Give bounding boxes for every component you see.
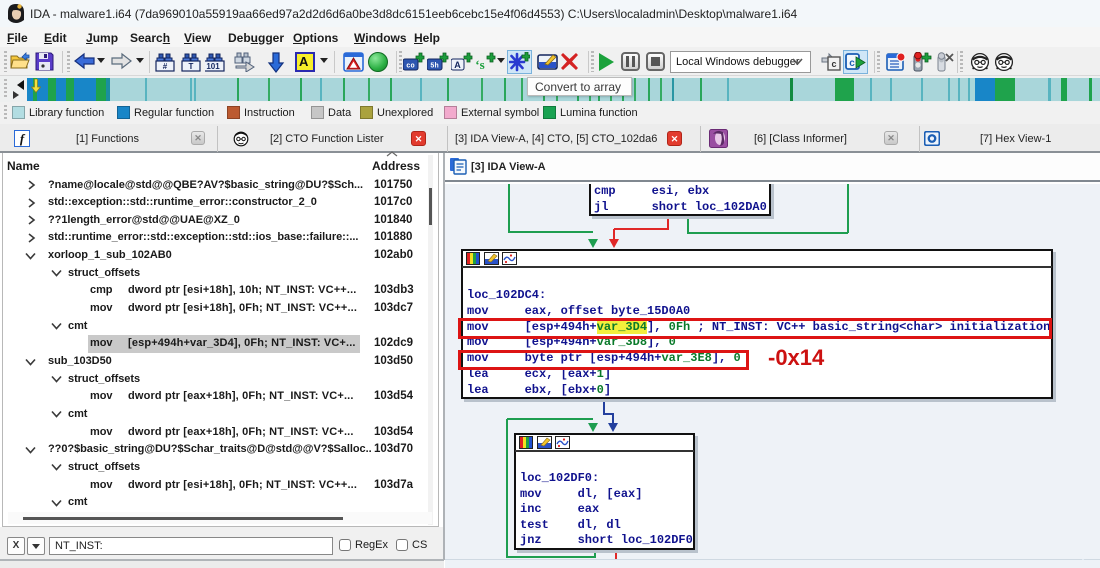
svg-text:A: A [454, 60, 461, 70]
svg-text:c: c [849, 58, 855, 69]
svg-text:#: # [163, 62, 168, 71]
svg-text:‘s: ‘s [475, 57, 484, 72]
svg-text:T: T [189, 62, 194, 71]
svg-text:co: co [406, 63, 414, 71]
svg-text:5h: 5h [430, 63, 438, 71]
svg-text:c: c [831, 59, 836, 69]
svg-text:101: 101 [206, 62, 220, 71]
